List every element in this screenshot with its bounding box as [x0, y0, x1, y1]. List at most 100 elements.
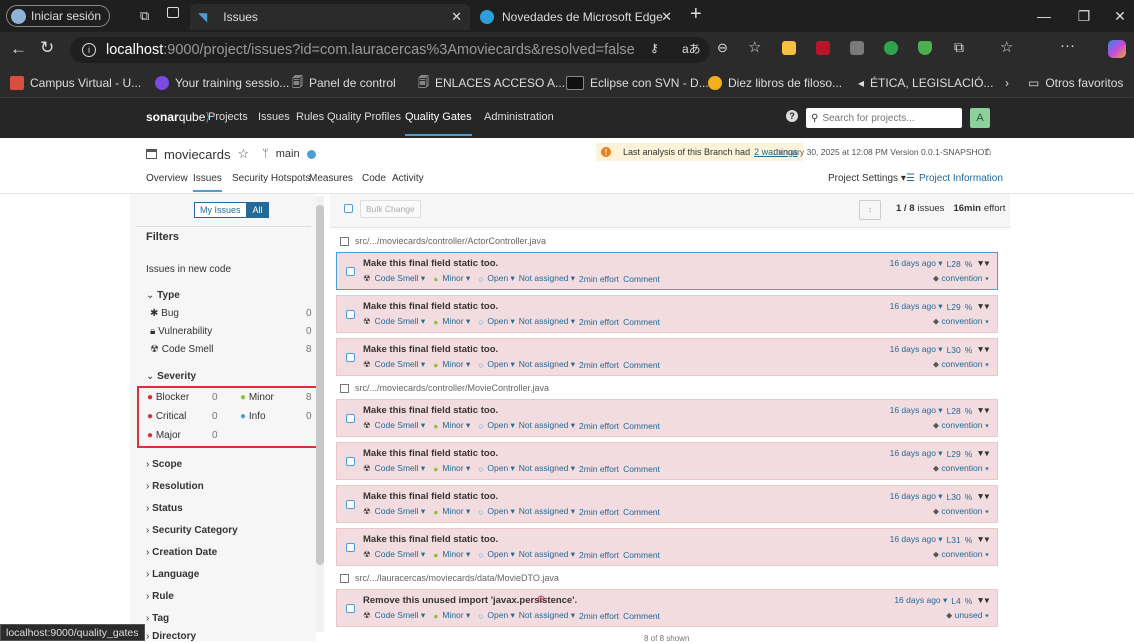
- refresh-icon[interactable]: ↻: [40, 38, 54, 58]
- issue-tags[interactable]: ⬥ convention ▾: [933, 273, 989, 284]
- tab-overview[interactable]: Overview: [146, 173, 188, 184]
- issue-row[interactable]: Remove this unused import 'javax.persist…: [336, 589, 998, 627]
- issue-line[interactable]: L28: [947, 406, 961, 416]
- issue-severity[interactable]: Minor ▾: [442, 610, 470, 621]
- issue-message[interactable]: Make this final field static too.: [363, 258, 498, 269]
- read-aloud-icon[interactable]: aあ: [682, 40, 701, 57]
- bookmark-item[interactable]: 🗐 Panel de control: [292, 68, 396, 98]
- issue-message[interactable]: Make this final field static too.: [363, 491, 498, 502]
- issue-assignee[interactable]: Not assigned ▾: [519, 420, 575, 431]
- issue-message[interactable]: Make this final field static too.: [363, 344, 498, 355]
- all-button[interactable]: All: [246, 202, 269, 218]
- issue-checkbox[interactable]: [346, 457, 355, 466]
- issue-comment-link[interactable]: Comment: [623, 611, 660, 621]
- issue-assignee[interactable]: Not assigned ▾: [519, 506, 575, 517]
- issue-severity[interactable]: Minor ▾: [442, 273, 470, 284]
- issue-comment-link[interactable]: Comment: [623, 360, 660, 370]
- issue-type[interactable]: Code Smell ▾: [375, 273, 426, 284]
- issue-tags[interactable]: ⬥ convention ▾: [933, 463, 989, 474]
- issue-age[interactable]: 16 days ago ▾: [890, 405, 943, 416]
- issue-checkbox[interactable]: [346, 353, 355, 362]
- tab-issues[interactable]: Issues: [193, 173, 222, 192]
- nav-issues[interactable]: Issues: [258, 111, 290, 123]
- nav-rules[interactable]: Rules: [296, 111, 324, 123]
- project-settings-menu[interactable]: Project Settings ▾: [828, 173, 906, 184]
- close-window-button[interactable]: ✕: [1100, 0, 1134, 32]
- issue-type[interactable]: Code Smell ▾: [375, 506, 426, 517]
- severity-facet-header[interactable]: ⌄ Severity: [146, 371, 196, 382]
- issue-age[interactable]: 16 days ago ▾: [890, 448, 943, 459]
- permalink-icon[interactable]: %: [965, 259, 973, 269]
- facet-language[interactable]: › Language: [146, 569, 199, 580]
- issue-status[interactable]: Open ▾: [487, 463, 514, 474]
- issue-severity[interactable]: Minor ▾: [442, 359, 470, 370]
- project-search-input[interactable]: ⚲ Search for projects...: [806, 108, 962, 128]
- issue-tags[interactable]: ⬥ unused ▾: [946, 610, 989, 621]
- issue-effort[interactable]: 2min effort: [579, 507, 619, 517]
- permalink-icon[interactable]: %: [965, 406, 973, 416]
- severity-info[interactable]: ● Info: [240, 411, 266, 422]
- permalink-icon[interactable]: %: [965, 345, 973, 355]
- severity-critical[interactable]: ● Critical: [147, 411, 186, 422]
- filter-icon[interactable]: ▼▾: [976, 344, 989, 355]
- issue-row[interactable]: Make this final field static too. ☢ Code S…: [336, 442, 998, 480]
- facet-scope[interactable]: › Scope: [146, 459, 182, 470]
- issue-status[interactable]: Open ▾: [487, 549, 514, 560]
- favorite-star-icon[interactable]: ☆: [748, 38, 761, 56]
- issue-row[interactable]: Make this final field static too. ☢ Code S…: [336, 295, 998, 333]
- nav-quality-profiles[interactable]: Quality Profiles: [327, 111, 401, 123]
- issue-checkbox[interactable]: [346, 604, 355, 613]
- file-header[interactable]: src/.../moviecards/controller/MovieContr…: [340, 383, 549, 393]
- facet-directory[interactable]: › Directory: [146, 631, 196, 642]
- type-code-smell[interactable]: ☢ Code Smell: [150, 344, 213, 355]
- ublock-icon[interactable]: [816, 41, 830, 55]
- issue-age[interactable]: 16 days ago ▾: [890, 301, 943, 312]
- tab-edge-news[interactable]: Novedades de Microsoft Edge ✕: [472, 4, 682, 30]
- issue-age[interactable]: 16 days ago ▾: [890, 258, 943, 269]
- issue-status[interactable]: Open ▾: [487, 420, 514, 431]
- my-issues-button[interactable]: My Issues: [194, 202, 247, 218]
- issue-age[interactable]: 16 days ago ▾: [894, 595, 947, 606]
- issue-status[interactable]: Open ▾: [487, 506, 514, 517]
- issue-tags[interactable]: ⬥ convention ▾: [933, 549, 989, 560]
- issue-line[interactable]: L30: [947, 345, 961, 355]
- issue-type[interactable]: Code Smell ▾: [375, 610, 426, 621]
- close-icon[interactable]: ✕: [451, 9, 462, 25]
- issue-comment-link[interactable]: Comment: [623, 274, 660, 284]
- issue-severity[interactable]: Minor ▾: [442, 549, 470, 560]
- facet-creation-date[interactable]: › Creation Date: [146, 547, 217, 558]
- issue-line[interactable]: L30: [947, 492, 961, 502]
- file-header[interactable]: src/.../lauracercas/moviecards/data/Movi…: [340, 573, 559, 583]
- nav-administration[interactable]: Administration: [484, 111, 554, 123]
- user-avatar[interactable]: A: [970, 108, 990, 128]
- permalink-icon[interactable]: %: [965, 302, 973, 312]
- issue-assignee[interactable]: Not assigned ▾: [519, 273, 575, 284]
- permalink-icon[interactable]: %: [965, 492, 973, 502]
- issue-status[interactable]: Open ▾: [487, 316, 514, 327]
- issue-checkbox[interactable]: [346, 310, 355, 319]
- issue-checkbox[interactable]: [346, 267, 355, 276]
- permalink-icon[interactable]: %: [965, 596, 973, 606]
- filter-icon[interactable]: ▼▾: [976, 595, 989, 606]
- bookmark-item[interactable]: Diez libros de filoso...: [708, 68, 842, 98]
- issue-severity[interactable]: Minor ▾: [442, 316, 470, 327]
- bookmark-item[interactable]: Your training sessio...: [155, 68, 289, 98]
- filter-icon[interactable]: ▼▾: [976, 258, 989, 269]
- help-icon[interactable]: ?: [786, 110, 798, 122]
- filter-icon[interactable]: ▼▾: [976, 405, 989, 416]
- permalink-icon[interactable]: %: [965, 535, 973, 545]
- tab-issues[interactable]: ◥ Issues ✕: [190, 4, 470, 30]
- minimize-button[interactable]: —: [1024, 0, 1064, 32]
- issue-tags[interactable]: ⬥ convention ▾: [933, 316, 989, 327]
- restore-button[interactable]: ❐: [1064, 0, 1104, 32]
- tab-actions-icon[interactable]: [167, 7, 179, 18]
- file-header[interactable]: src/.../moviecards/controller/ActorContr…: [340, 236, 546, 246]
- zoom-icon[interactable]: ⊖: [717, 40, 728, 56]
- issue-severity[interactable]: Minor ▾: [442, 463, 470, 474]
- issue-message[interactable]: Make this final field static too.: [363, 534, 498, 545]
- extension-icon[interactable]: [782, 41, 796, 55]
- issue-status[interactable]: Open ▾: [487, 610, 514, 621]
- facet-resolution[interactable]: › Resolution: [146, 481, 204, 492]
- tab-code[interactable]: Code: [362, 173, 386, 184]
- url-bar[interactable]: i localhost:9000/project/issues?id=com.l…: [70, 37, 710, 63]
